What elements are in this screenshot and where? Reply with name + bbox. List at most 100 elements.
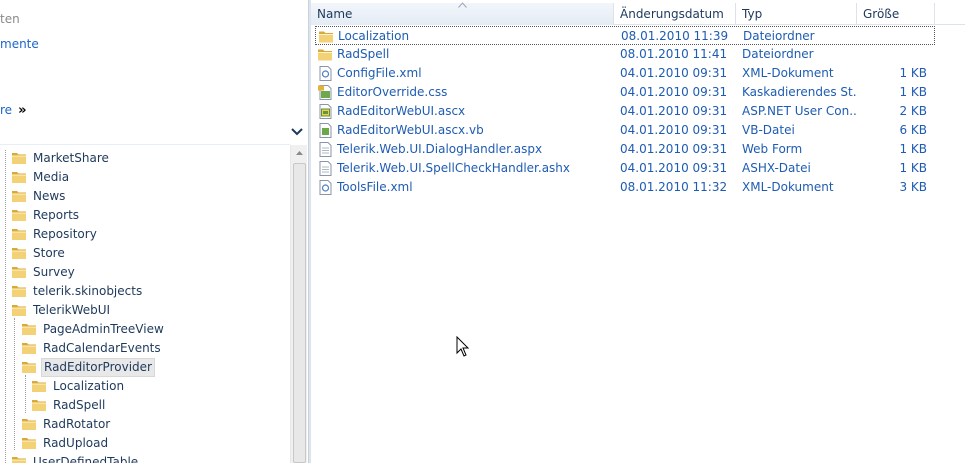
tree-item-label: Reports <box>33 208 80 222</box>
file-row[interactable]: RadEditorWebUI.ascx.vb 04.01.2010 09:31 VB… <box>315 121 935 140</box>
file-size: 1 KB <box>899 66 927 80</box>
file-date: 04.01.2010 09:31 <box>620 85 728 99</box>
file-name: RadEditorWebUI.ascx <box>337 104 466 118</box>
folder-icon <box>22 324 36 335</box>
file-date: 04.01.2010 09:31 <box>620 142 728 156</box>
file-row[interactable]: ToolsFile.xml 08.01.2010 11:32 XML-Dokumen… <box>315 178 935 197</box>
file-size: 1 KB <box>899 161 927 175</box>
tree-item-label: Media <box>33 170 70 184</box>
divider <box>0 144 290 145</box>
tree-guide-line <box>5 150 6 463</box>
folder-icon <box>22 362 36 373</box>
file-row[interactable]: Telerik.Web.UI.SpellCheckHandler.ashx 04.… <box>315 159 935 178</box>
file-name: ToolsFile.xml <box>337 180 413 194</box>
file-type: VB-Datei <box>742 123 795 137</box>
file-name: ConfigFile.xml <box>337 66 422 80</box>
file-size: 1 KB <box>899 85 927 99</box>
tree-guide-line <box>25 375 26 413</box>
column-header-date[interactable]: Änderungsdatum <box>614 3 736 25</box>
file-size: 1 KB <box>899 142 927 156</box>
file-date: 04.01.2010 09:31 <box>620 104 728 118</box>
file-type: XML-Dokument <box>742 180 834 194</box>
double-chevron-right-icon: » <box>18 103 27 118</box>
folder-icon <box>12 229 26 240</box>
scrollbar-thumb[interactable] <box>293 163 306 463</box>
ascx-file-icon <box>319 104 332 119</box>
file-name: RadEditorWebUI.ascx.vb <box>337 123 484 137</box>
column-header-name[interactable]: Name <box>311 2 614 25</box>
folder-icon <box>32 400 46 411</box>
column-header-size[interactable]: Größe <box>857 3 935 25</box>
xml-file-icon <box>319 180 332 195</box>
file-name: EditorOverride.css <box>337 85 448 99</box>
folder-icon <box>12 248 26 259</box>
tree-item-label: RadSpell <box>53 398 106 412</box>
favorites-item-documents[interactable]: mente <box>0 37 39 51</box>
file-row[interactable]: Telerik.Web.UI.DialogHandler.aspx 04.01.2… <box>315 140 935 159</box>
navigation-pane: ten mente re » MarketShare Media News Report… <box>0 0 308 463</box>
tree-item-label: RadEditorProvider <box>41 358 155 377</box>
file-type: Kaskadierendes St... <box>742 85 856 99</box>
favorites-item-label: mente <box>0 37 39 51</box>
file-size: 2 KB <box>899 104 927 118</box>
file-row[interactable]: EditorOverride.css 04.01.2010 09:31 Kaskad… <box>315 83 935 102</box>
folder-icon <box>12 457 26 463</box>
folder-icon <box>12 153 26 164</box>
favorites-item-recent[interactable]: ten <box>0 12 20 26</box>
favorites-item-label: ten <box>0 12 20 26</box>
column-header-label: Typ <box>742 7 763 21</box>
tree-item-label: telerik.skinobjects <box>33 284 143 298</box>
column-header-bar: Name Änderungsdatum Typ Größe <box>311 2 965 25</box>
tree-item-label: UserDefinedTable <box>33 455 139 463</box>
tree-item-label: RadUpload <box>43 436 109 450</box>
file-type: XML-Dokument <box>742 66 834 80</box>
file-row[interactable]: Localization 08.01.2010 11:39 Dateiordner <box>315 26 935 45</box>
vb-file-icon <box>319 123 332 138</box>
file-size: 6 KB <box>899 123 927 137</box>
favorites-item-more[interactable]: re » <box>0 103 26 118</box>
tree-item-label: Store <box>33 246 65 260</box>
file-name: RadSpell <box>337 47 390 61</box>
folder-icon <box>22 343 36 354</box>
folder-icon <box>12 210 26 221</box>
column-header-type[interactable]: Typ <box>736 3 857 25</box>
folder-icon <box>12 286 26 297</box>
file-row[interactable]: ConfigFile.xml 04.01.2010 09:31 XML-Dokume… <box>315 64 935 83</box>
nav-scrollbar[interactable] <box>290 145 307 463</box>
file-size: 3 KB <box>899 180 927 194</box>
file-name: Localization <box>338 29 410 43</box>
css-file-icon <box>318 85 332 100</box>
folder-icon <box>22 438 36 449</box>
folder-icon <box>12 172 26 183</box>
file-type: Web Form <box>742 142 803 156</box>
file-date: 04.01.2010 09:31 <box>620 123 728 137</box>
file-date: 08.01.2010 11:32 <box>620 180 728 194</box>
generic-file-icon <box>319 161 332 176</box>
file-type: Dateiordner <box>743 29 815 43</box>
tree-item-label: RadRotator <box>43 417 111 431</box>
tree-item-label: Localization <box>53 379 125 393</box>
chevron-down-icon[interactable] <box>290 125 304 139</box>
tree-item-label: Repository <box>33 227 97 241</box>
tree-item-label: News <box>33 189 66 203</box>
file-date: 08.01.2010 11:41 <box>620 47 728 61</box>
file-date: 04.01.2010 09:31 <box>620 161 728 175</box>
scroll-up-arrow-icon[interactable] <box>291 145 308 162</box>
tree-item-label: Survey <box>33 265 75 279</box>
file-date: 08.01.2010 11:39 <box>621 29 729 43</box>
file-name: Telerik.Web.UI.SpellCheckHandler.ashx <box>337 161 571 175</box>
mouse-pointer-icon <box>456 336 470 357</box>
tree-item-label: TelerikWebUI <box>33 303 111 317</box>
column-header-label: Änderungsdatum <box>620 7 724 21</box>
file-type: ASP.NET User Con... <box>742 104 856 118</box>
column-header-label: Name <box>317 7 353 21</box>
file-row[interactable]: RadEditorWebUI.ascx 04.01.2010 09:31 ASP.N… <box>315 102 935 121</box>
folder-icon <box>318 49 332 61</box>
folder-icon <box>12 305 26 316</box>
folder-icon <box>32 381 46 392</box>
file-row[interactable]: RadSpell 08.01.2010 11:41 Dateiordner <box>315 45 935 64</box>
folder-icon <box>319 31 333 43</box>
file-name: Telerik.Web.UI.DialogHandler.aspx <box>337 142 543 156</box>
file-type: ASHX-Datei <box>742 161 811 175</box>
xml-file-icon <box>319 66 332 81</box>
